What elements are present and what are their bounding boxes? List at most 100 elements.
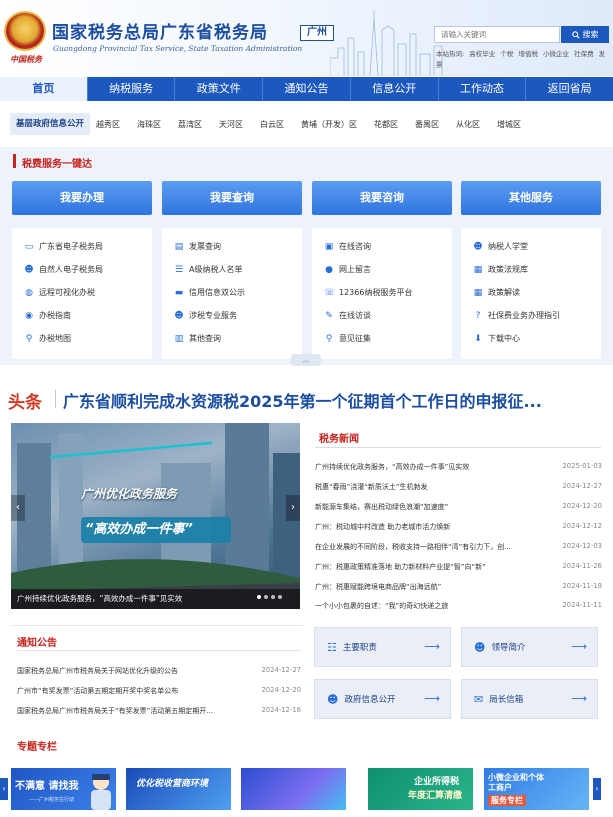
- service-link[interactable]: ? 社保费业务办理指引: [473, 310, 560, 321]
- service-link[interactable]: ⬇ 下载中心: [473, 333, 520, 344]
- quick-link-duties[interactable]: ☷ 主要职责 ⟶: [314, 627, 451, 667]
- service-link-label: 自然人电子税务局: [39, 265, 103, 274]
- district-link[interactable]: 花都区: [374, 119, 398, 130]
- district-link[interactable]: 增城区: [497, 119, 521, 130]
- nav-work-news[interactable]: 工作动态: [439, 77, 527, 101]
- nav-back-province[interactable]: 返回省局: [526, 77, 613, 101]
- hot-word[interactable]: 高校毕业: [469, 50, 495, 58]
- district-link[interactable]: 白云区: [260, 119, 284, 130]
- carousel-image: [11, 423, 300, 609]
- search-input[interactable]: [434, 26, 560, 43]
- nav-info-disclosure[interactable]: 信息公开: [351, 77, 439, 101]
- service-link[interactable]: ▣ 在线咨询: [324, 241, 371, 252]
- notice-item-title: 国家税务总局广州市税务局关于“有奖发票”活动第五期定期开...: [17, 707, 213, 715]
- carousel-prev-icon[interactable]: ‹: [11, 495, 25, 521]
- nav-notices[interactable]: 通知公告: [263, 77, 351, 101]
- carousel-dot[interactable]: [264, 595, 268, 599]
- service-button-other[interactable]: 其他服务: [461, 181, 601, 215]
- nav-tax-service[interactable]: 纳税服务: [88, 77, 176, 101]
- service-button-handle[interactable]: 我要办理: [12, 181, 152, 215]
- service-link[interactable]: ⚲ 意见征集: [324, 333, 371, 344]
- news-item-title: 新能源车集结，赛出税动绿色浪潮“加速度”: [315, 503, 449, 511]
- topic-banner[interactable]: [241, 768, 346, 810]
- service-link[interactable]: ▭ 广东省电子税务局: [24, 241, 103, 252]
- service-link[interactable]: ▦ 政策法规库: [473, 264, 528, 275]
- nav-policy[interactable]: 政策文件: [175, 77, 264, 101]
- service-link[interactable]: ● 网上留言: [324, 264, 371, 275]
- notice-title[interactable]: 通知公告: [17, 634, 57, 649]
- carousel-caption[interactable]: 广州持续优化政务服务，“高效办成一件事”见实效: [11, 589, 300, 609]
- news-item[interactable]: 广州：税惠赋能跨境电商品牌“出海远航” 2024-11-19: [315, 582, 602, 594]
- topics-prev-icon[interactable]: ‹: [0, 778, 8, 800]
- hot-words-label: 本站热词:: [436, 50, 465, 58]
- person-icon: ☻: [174, 310, 184, 321]
- quick-link-mailbox[interactable]: ✉ 局长信箱 ⟶: [461, 679, 598, 719]
- district-link[interactable]: 番禺区: [415, 119, 439, 130]
- carousel-banner-line1: 广州优化政务服务: [81, 487, 178, 501]
- hot-word[interactable]: 个税: [500, 50, 513, 58]
- collapse-up-icon[interactable]: ︽: [291, 354, 321, 366]
- district-nav-title[interactable]: 基层政府信息公开: [10, 113, 91, 135]
- news-item[interactable]: 新能源车集结，赛出税动绿色浪潮“加速度” 2024-12-20: [315, 502, 602, 514]
- carousel-next-icon[interactable]: ›: [286, 495, 300, 521]
- service-link[interactable]: ▦ 政策解读: [473, 287, 520, 298]
- service-link[interactable]: ▥ 其他查询: [174, 333, 221, 344]
- service-link[interactable]: ☻ 自然人电子税务局: [24, 264, 103, 275]
- service-link[interactable]: ☏ 12366纳税服务平台: [324, 287, 412, 298]
- quick-link-leaders[interactable]: ☻ 领导简介 ⟶: [461, 627, 598, 667]
- news-carousel[interactable]: 广州优化政务服务 “高效办成一件事” 广州持续优化政务服务，“高效办成一件事”见…: [11, 423, 300, 609]
- service-link[interactable]: ☰ A级纳税人名单: [174, 264, 243, 275]
- carousel-dot[interactable]: [271, 595, 275, 599]
- service-link[interactable]: ☻ 纳税人学堂: [473, 241, 528, 252]
- service-link[interactable]: ☻ 涉税专业服务: [174, 310, 237, 321]
- nav-home[interactable]: 首页: [0, 77, 88, 101]
- hot-word[interactable]: 增值税: [518, 50, 538, 58]
- news-item[interactable]: 在企业发展的不同阶段，税收支持一路相伴“湾”有引力下，创... 2024-12-0…: [315, 542, 602, 554]
- mail-icon: ✉: [474, 692, 484, 706]
- hot-word[interactable]: 社保费: [574, 50, 594, 58]
- hot-word[interactable]: 小微企业: [543, 50, 569, 58]
- topic-banner[interactable]: 企业所得税 年度汇算清缴: [368, 768, 473, 810]
- service-link-label: 办税地图: [39, 334, 71, 343]
- district-link[interactable]: 荔湾区: [178, 119, 202, 130]
- service-column: ▭ 广东省电子税务局 ☻ 自然人电子税务局 ◍ 远程可视化办税 ◉ 办税指南 ⚲ 办税地图: [12, 228, 152, 359]
- district-link[interactable]: 从化区: [456, 119, 480, 130]
- site-title[interactable]: 国家税务总局广东省税务局: [52, 18, 268, 43]
- district-link[interactable]: 海珠区: [137, 119, 161, 130]
- news-item-date: 2024-11-11: [562, 601, 602, 609]
- tax-news-title[interactable]: 税务新闻: [319, 430, 359, 445]
- service-link[interactable]: ▬ 信用信息双公示: [174, 287, 245, 298]
- topics-next-icon[interactable]: ›: [593, 778, 601, 800]
- news-item[interactable]: 一个小小包裹的自述：“我”的奇幻快递之旅 2024-11-11: [315, 601, 602, 613]
- topics-title[interactable]: 专题专栏: [17, 738, 57, 753]
- service-link[interactable]: ⚲ 办税地图: [24, 333, 71, 344]
- service-link[interactable]: ✎ 在线访谈: [324, 310, 371, 321]
- service-link[interactable]: ◍ 远程可视化办税: [24, 287, 95, 298]
- news-item-date: 2025-01-03: [562, 462, 602, 470]
- chat-icon: ●: [325, 264, 333, 275]
- credit-card-icon: ▬: [174, 287, 184, 298]
- service-button-query[interactable]: 我要查询: [162, 181, 302, 215]
- carousel-dot[interactable]: [257, 595, 261, 599]
- service-link[interactable]: ◉ 办税指南: [24, 310, 71, 321]
- service-button-consult[interactable]: 我要咨询: [312, 181, 452, 215]
- globe-icon: ◍: [25, 287, 33, 298]
- news-item[interactable]: 广州：税动城中村改造 助力老城市活力焕新 2024-12-12: [315, 522, 602, 534]
- carousel-dot[interactable]: [278, 595, 282, 599]
- notice-item[interactable]: 广州市“有奖发票”活动第五期定期开奖中奖名单公布 2024-12-20: [11, 686, 301, 698]
- news-item[interactable]: 税惠“春雨”浇灌“新质沃土”生机勃发 2024-12-27: [315, 482, 602, 494]
- notice-item[interactable]: 国家税务总局广州市税务局关于“有奖发票”活动第五期定期开... 2024-12-1…: [11, 706, 301, 718]
- district-link[interactable]: 越秀区: [96, 119, 120, 130]
- headline-link[interactable]: 广东省顺利完成水资源税2025年第一个征期首个工作日的申报征...: [63, 388, 603, 412]
- news-item[interactable]: 广州：税惠政策精准落地 助力新材料产业提“智”向“新” 2024-11-26: [315, 562, 602, 574]
- district-link[interactable]: 天河区: [219, 119, 243, 130]
- service-link[interactable]: ▤ 发票查询: [174, 241, 221, 252]
- district-link[interactable]: 黄埔（开发）区: [301, 119, 357, 130]
- quick-link-gov-info[interactable]: ☻ 政府信息公开 ⟶: [314, 679, 451, 719]
- notice-item[interactable]: 国家税务总局广州市税务局关于网站优化升级的公告 2024-12-27: [11, 666, 301, 678]
- topic-banner[interactable]: 小微企业和个体工商户 服务专栏: [484, 768, 589, 810]
- topic-banner[interactable]: 不满意 请找我 ——广州税务在行动: [11, 768, 116, 810]
- search-button[interactable]: 搜索: [561, 26, 609, 43]
- topic-banner[interactable]: 优化税收营商环境: [126, 768, 231, 810]
- news-item[interactable]: 广州持续优化政务服务，“高效办成一件事”见实效 2025-01-03: [315, 462, 602, 474]
